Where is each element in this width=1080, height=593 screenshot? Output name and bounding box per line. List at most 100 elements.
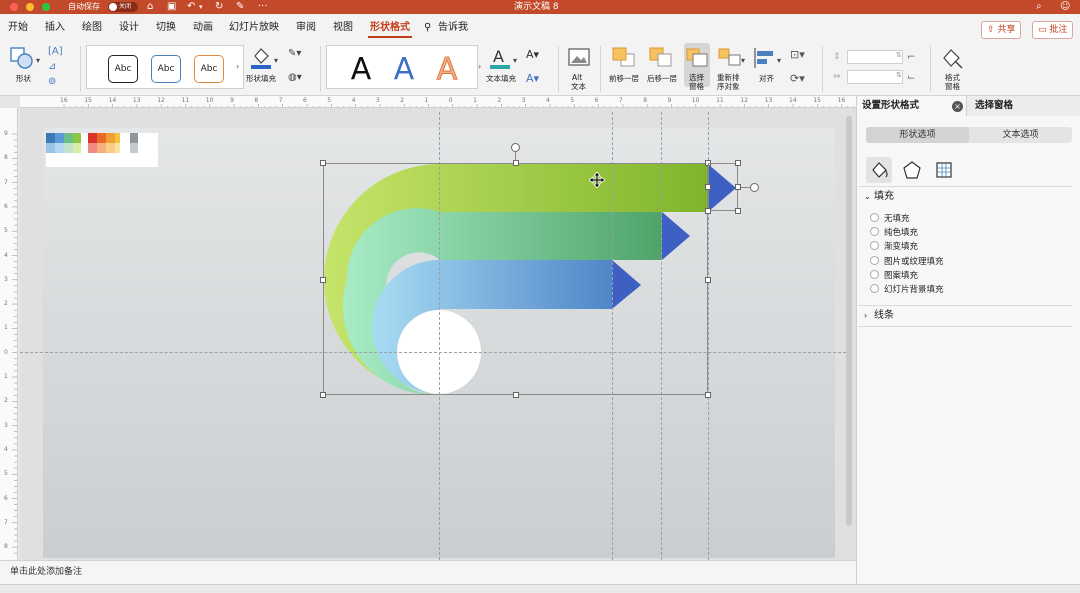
gallery-more-icon[interactable]: › <box>478 62 481 71</box>
fill-option-slide-background[interactable]: 幻灯片背景填充 <box>870 284 944 296</box>
tab-draw[interactable]: 绘图 <box>82 22 102 34</box>
close-icon[interactable]: × <box>952 101 963 112</box>
effects-tab[interactable] <box>899 157 925 183</box>
alt-text-icon[interactable] <box>567 46 591 70</box>
zoom-window-button[interactable] <box>42 3 50 11</box>
edit-shape-icon[interactable]: ⊿ <box>48 61 56 72</box>
redo-icon[interactable]: ↻ <box>215 1 223 13</box>
rotate-objects-icon[interactable]: ⟳▾ <box>790 72 805 85</box>
chevron-down-icon[interactable]: ▾ <box>36 56 40 65</box>
chevron-down-icon[interactable]: ▾ <box>274 56 278 65</box>
fill-option-none[interactable]: 无填充 <box>870 213 910 225</box>
selection-pane-icon[interactable] <box>685 46 711 70</box>
fill-option-picture[interactable]: 图片或纹理填充 <box>870 256 944 268</box>
undo-icon[interactable]: ↶ <box>187 1 195 13</box>
fill-option-solid[interactable]: 纯色填充 <box>870 227 918 239</box>
notes-pane[interactable]: 单击此处添加备注 <box>0 560 856 584</box>
resize-handle[interactable] <box>705 184 711 190</box>
close-window-button[interactable] <box>10 3 18 11</box>
align-icon[interactable] <box>752 46 778 70</box>
size-properties-tab[interactable] <box>931 157 957 183</box>
gallery-more-icon[interactable]: › <box>236 62 239 71</box>
text-fill-icon[interactable]: A <box>488 46 512 70</box>
tab-transitions[interactable]: 切换 <box>156 22 176 34</box>
chevron-down-icon[interactable]: ▾ <box>741 56 745 65</box>
tab-review[interactable]: 审阅 <box>296 22 316 34</box>
text-outline-icon[interactable]: A▾ <box>526 48 539 61</box>
shape-outline-icon[interactable]: ✎▾ <box>288 48 301 59</box>
group-objects-icon[interactable]: ⊡▾ <box>790 48 805 61</box>
style-preset-blue[interactable]: Abc <box>151 55 181 83</box>
fill-option-gradient[interactable]: 渐变填充 <box>870 241 918 253</box>
more-icon[interactable]: ··· <box>258 1 268 13</box>
tab-view[interactable]: 视图 <box>333 22 353 34</box>
fill-line-tab[interactable] <box>866 157 892 183</box>
rotate-handle-icon[interactable] <box>511 143 520 152</box>
resize-handle[interactable] <box>320 160 326 166</box>
resize-handle[interactable] <box>320 392 326 398</box>
autosave-label: 自动保存 <box>68 2 100 11</box>
wordart-preset-blue[interactable]: A <box>387 50 421 90</box>
textbox-icon[interactable]: [A] <box>48 46 63 57</box>
tell-me-search[interactable]: 告诉我 <box>438 22 468 34</box>
resize-handle[interactable] <box>705 277 711 283</box>
resize-handle[interactable] <box>705 392 711 398</box>
ruler-label: 6 <box>4 202 8 210</box>
resize-handle[interactable] <box>735 208 741 214</box>
tab-shape-options[interactable]: 形状选项 <box>866 127 969 143</box>
bring-forward-icon[interactable] <box>611 46 637 70</box>
rotate-handle-icon[interactable] <box>750 183 759 192</box>
shape-height-input[interactable] <box>847 50 903 64</box>
ruler-label: 12 <box>157 97 165 104</box>
vertical-scrollbar[interactable] <box>846 116 852 526</box>
undo-dropdown-icon[interactable]: ▾ <box>199 1 203 13</box>
resize-handle[interactable] <box>735 160 741 166</box>
text-effects-icon[interactable]: A▾ <box>526 72 539 85</box>
shape-width-input[interactable] <box>847 70 903 84</box>
group-selection-box[interactable] <box>323 163 708 395</box>
resize-handle[interactable] <box>705 208 711 214</box>
shape-effects-icon[interactable]: ◍▾ <box>288 72 302 83</box>
send-backward-icon[interactable] <box>648 46 674 70</box>
arrow-selection-box[interactable] <box>708 163 738 211</box>
lock-aspect-icon[interactable]: ⌐ <box>907 52 915 63</box>
width-stepper-icon[interactable]: ⇅ <box>896 71 902 79</box>
reorder-objects-icon[interactable] <box>717 46 743 70</box>
shapes-icon[interactable] <box>10 46 34 70</box>
edit-icon[interactable]: ✎ <box>236 1 244 13</box>
color-palette-image[interactable] <box>46 133 158 167</box>
selection-pane-tab[interactable]: 选择窗格 <box>975 100 1013 112</box>
comments-button[interactable]: ▭ 批注 <box>1032 21 1074 39</box>
autosave-toggle[interactable]: 关闭 <box>108 2 138 12</box>
style-preset-black[interactable]: Abc <box>108 55 138 83</box>
resize-handle[interactable] <box>320 277 326 283</box>
share-button[interactable]: ⇪ 共享 <box>981 21 1022 39</box>
notes-placeholder[interactable]: 单击此处添加备注 <box>10 566 82 578</box>
style-preset-orange[interactable]: Abc <box>194 55 224 83</box>
tab-home[interactable]: 开始 <box>8 22 28 34</box>
tab-slideshow[interactable]: 幻灯片放映 <box>229 22 279 34</box>
save-icon[interactable]: ▣ <box>167 1 176 13</box>
fill-option-label: 渐变填充 <box>884 242 919 252</box>
minimize-window-button[interactable] <box>26 3 34 11</box>
chevron-down-icon[interactable]: ▾ <box>777 56 781 65</box>
resize-handle[interactable] <box>513 392 519 398</box>
account-icon[interactable]: ☺ <box>1060 1 1070 13</box>
tab-shape-format[interactable]: 形状格式 <box>370 22 410 34</box>
shape-fill-icon[interactable] <box>249 46 273 70</box>
search-icon[interactable]: ⌕ <box>1036 1 1042 13</box>
lock-aspect-bottom-icon[interactable]: ⌙ <box>907 72 915 83</box>
home-icon[interactable]: ⌂ <box>147 1 153 13</box>
tab-design[interactable]: 设计 <box>119 22 139 34</box>
tab-animations[interactable]: 动画 <box>193 22 213 34</box>
chevron-down-icon[interactable]: ▾ <box>513 56 517 65</box>
format-pane-icon[interactable] <box>940 46 966 70</box>
tab-insert[interactable]: 插入 <box>45 22 65 34</box>
tab-text-options[interactable]: 文本选项 <box>969 127 1072 143</box>
merge-shapes-icon[interactable]: ⊚ <box>48 76 56 87</box>
height-stepper-icon[interactable]: ⇅ <box>896 51 902 59</box>
resize-handle[interactable] <box>513 160 519 166</box>
fill-option-pattern[interactable]: 图案填充 <box>870 270 918 282</box>
wordart-preset-orange[interactable]: A <box>430 50 464 90</box>
wordart-preset-black[interactable]: A <box>344 50 378 90</box>
